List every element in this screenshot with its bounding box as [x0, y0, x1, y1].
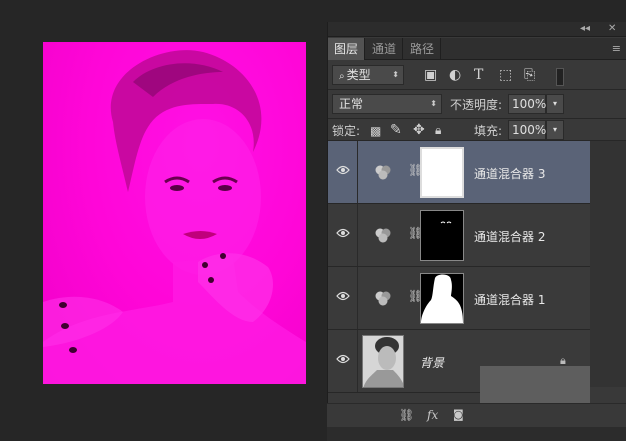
visibility-toggle[interactable]	[328, 141, 358, 203]
layers-scrollbar[interactable]	[590, 141, 626, 387]
blend-row: 正常 ⬍ 不透明度: 100% ▾	[328, 90, 626, 120]
opacity-label: 不透明度:	[450, 98, 503, 112]
eye-icon	[336, 228, 350, 238]
panel-bottom-strip	[327, 427, 626, 441]
eye-icon	[336, 165, 350, 175]
pixel-filter-icon[interactable]: ▣	[424, 67, 437, 83]
silhouette-mask	[421, 274, 463, 323]
mask-detail	[440, 221, 452, 224]
layers-list: ⛓ 通道混合器 3 ⛓ 通道混合器 2 ⛓ 通道混合器 1 背景 🔒︎	[328, 141, 590, 393]
visibility-toggle[interactable]	[328, 204, 358, 266]
layer-name[interactable]: 通道混合器 3	[474, 165, 545, 182]
tab-channels[interactable]: 通道	[366, 38, 404, 60]
lock-transparent-icon[interactable]: ▩	[370, 123, 381, 139]
lock-pixels-icon[interactable]: ✎	[390, 122, 402, 138]
filter-row: ⌕ 类型 ⬍ ▣ ◐ T ⬚ ⎘	[328, 60, 626, 90]
visibility-toggle[interactable]	[328, 267, 358, 329]
channel-mixer-icon	[375, 228, 391, 243]
opacity-dropdown-button[interactable]: ▾	[546, 94, 564, 114]
close-icon[interactable]: ✕	[608, 23, 616, 34]
lock-position-icon[interactable]: ✥	[413, 122, 425, 138]
updown-icon: ⬍	[392, 70, 399, 79]
layer-mask-thumbnail[interactable]	[420, 210, 464, 261]
filter-kind-label: 类型	[346, 68, 371, 82]
visibility-toggle[interactable]	[328, 330, 358, 392]
mask-link-icon[interactable]: ⛓	[408, 226, 423, 244]
mask-link-icon[interactable]: ⛓	[408, 163, 423, 181]
tab-paths[interactable]: 路径	[404, 38, 442, 60]
canvas-document[interactable]	[43, 42, 306, 384]
fill-dropdown-button[interactable]: ▾	[546, 120, 564, 140]
layer-row-channel-mixer-1[interactable]: ⛓ 通道混合器 1	[328, 267, 590, 330]
layer-mask-thumbnail[interactable]	[420, 147, 464, 198]
updown-icon: ⬍	[430, 99, 437, 108]
portrait-image	[43, 50, 306, 384]
smart-object-filter-icon[interactable]: ⎘	[524, 67, 535, 83]
layer-mask-thumbnail[interactable]	[420, 273, 464, 324]
shape-filter-icon[interactable]: ⬚	[499, 67, 512, 83]
background-thumbnail[interactable]	[362, 335, 404, 388]
layer-row-channel-mixer-3[interactable]: ⛓ 通道混合器 3	[328, 141, 590, 204]
channel-mixer-icon	[375, 291, 391, 306]
layer-name[interactable]: 通道混合器 1	[474, 291, 545, 308]
portrait-thumbnail	[363, 337, 403, 387]
search-icon: ⌕	[339, 71, 345, 82]
panel-titlebar: ◂◂ ✕	[328, 22, 626, 37]
lock-all-icon[interactable]: 🔒︎	[435, 122, 441, 138]
channel-mixer-icon	[375, 165, 391, 180]
panel-bottom-bar: ⛓ fx ◙	[327, 403, 626, 427]
type-filter-icon[interactable]: T	[474, 67, 483, 83]
filter-toggle-icon[interactable]	[556, 68, 564, 86]
eye-icon	[336, 354, 350, 364]
collapse-icon[interactable]: ◂◂	[580, 23, 590, 34]
panel-menu-icon[interactable]: ≡	[612, 42, 621, 55]
layer-row-channel-mixer-2[interactable]: ⛓ 通道混合器 2	[328, 204, 590, 267]
panel-tabs: 图层 通道 路径 ≡	[328, 38, 626, 60]
layer-name[interactable]: 背景	[420, 354, 444, 371]
blend-mode-value: 正常	[339, 97, 364, 111]
filter-kind-select[interactable]: ⌕ 类型 ⬍	[332, 65, 404, 85]
opacity-input[interactable]: 100%	[508, 94, 546, 114]
lock-label: 锁定:	[332, 124, 361, 138]
mask-link-icon[interactable]: ⛓	[408, 289, 423, 307]
add-mask-icon[interactable]: ◙	[453, 408, 464, 421]
blend-mode-select[interactable]: 正常 ⬍	[332, 94, 442, 114]
eye-icon	[336, 291, 350, 301]
link-layers-icon[interactable]: ⛓	[399, 408, 414, 422]
fill-input[interactable]: 100%	[508, 120, 546, 140]
fill-label: 填充:	[474, 124, 503, 138]
tab-layers[interactable]: 图层	[328, 38, 366, 60]
layer-name[interactable]: 通道混合器 2	[474, 228, 545, 245]
fx-icon[interactable]: fx	[427, 408, 438, 422]
adjustment-filter-icon[interactable]: ◐	[449, 67, 461, 83]
